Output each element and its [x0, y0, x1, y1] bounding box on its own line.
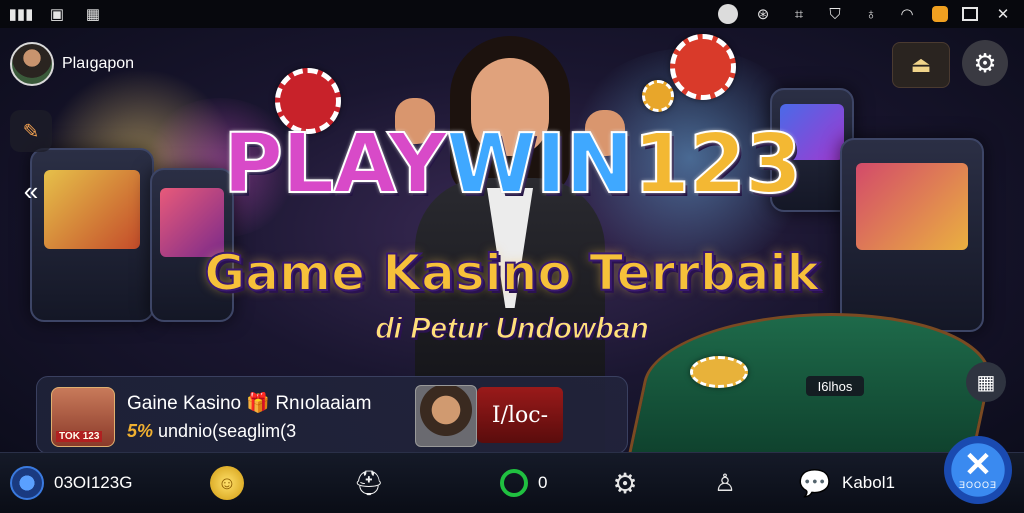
- promo-title-extra: Rnıolaaiam: [275, 393, 372, 414]
- close-icon[interactable]: ✕: [992, 4, 1014, 24]
- battery-icon: [932, 6, 948, 22]
- edit-banner-button[interactable]: ⏏: [892, 42, 950, 88]
- gift-icon: 🎁: [246, 393, 271, 414]
- coin-icon[interactable]: ☺: [210, 466, 244, 500]
- promo-player-thumbnail[interactable]: [415, 385, 477, 447]
- casino-chip: [642, 80, 674, 112]
- user-item[interactable]: ♙: [708, 453, 742, 513]
- balance-item[interactable]: 03OI123G: [10, 453, 132, 513]
- settings-button[interactable]: ⚙: [962, 40, 1008, 86]
- collapse-chevrons-icon[interactable]: «: [10, 170, 52, 212]
- hero-title: PLAYWIN123: [0, 123, 1024, 207]
- record-dot-icon: [718, 4, 738, 24]
- chat-label: Kabol1: [842, 473, 895, 492]
- pencil-icon[interactable]: ✎: [10, 110, 52, 152]
- user-icon[interactable]: ♙: [708, 466, 742, 500]
- window-icon[interactable]: [962, 7, 978, 21]
- grid-icon: ▦: [976, 371, 996, 394]
- edit-icon: ⏏: [910, 52, 932, 77]
- menu-grid-button[interactable]: ▦: [966, 362, 1006, 402]
- coin-item[interactable]: ☺: [210, 453, 244, 513]
- chat-icon[interactable]: 💬: [798, 466, 832, 500]
- promo-cta-button[interactable]: I/loc-: [477, 387, 563, 443]
- promo-title-text: Gaine Kasino: [127, 393, 242, 414]
- profile[interactable]: Plaıgapon: [10, 42, 134, 86]
- calendar-icon: ▦: [85, 6, 101, 23]
- message-icon: ▣: [49, 6, 65, 23]
- ring-item[interactable]: 0: [500, 453, 547, 513]
- username: Plaıgapon: [62, 55, 135, 72]
- settings-circle-icon: ⊛: [756, 6, 770, 23]
- promo-title: Gaine Kasino 🎁 Rnıolaaiam: [127, 391, 371, 415]
- hero-title-part2: WIN: [445, 117, 635, 212]
- promo-sub-text: undnio(seaglim(3: [158, 421, 297, 441]
- promo-percent: 5%: [127, 421, 154, 441]
- promo-card[interactable]: TOK 123 Gaine Kasino 🎁 Rnıolaaiam 5% und…: [36, 376, 628, 454]
- cap-icon[interactable]: ⛑: [352, 466, 386, 500]
- hero-title-part3: 123: [632, 117, 803, 212]
- bottom-bar: 03OI123G ☺ ⛑ 0 ⚙ ♙ 💬 Kabol1: [0, 452, 1024, 513]
- close-icon: ✕: [963, 446, 993, 484]
- ring-icon[interactable]: [500, 469, 528, 497]
- wifi-icon: ◠: [900, 6, 914, 23]
- gear-icon: ⚙: [973, 47, 997, 78]
- status-bar-left: ▮▮▮ ▣ ▦: [8, 4, 104, 24]
- home-icon[interactable]: [10, 466, 44, 500]
- promo-thumb-tag: TOK 123: [56, 431, 103, 442]
- hero-title-part1: PLAY: [222, 117, 448, 212]
- promo-thumbnail[interactable]: TOK 123: [51, 387, 115, 447]
- balance-text: 03OI123G: [54, 473, 133, 492]
- chat-item[interactable]: 💬 Kabol1: [798, 453, 895, 513]
- shield-icon: ⛉: [829, 5, 841, 23]
- hero-tagline: di Petur Undowban: [375, 312, 649, 346]
- avatar[interactable]: [10, 42, 54, 86]
- close-button[interactable]: ✕ ƎOOOƎ: [944, 436, 1012, 504]
- status-bar: ▮▮▮ ▣ ▦ ⊛ ⌗ ⛉ ♁ ◠ ✕: [0, 0, 1024, 28]
- status-bar-right: ⊛ ⌗ ⛉ ♁ ◠ ✕: [718, 4, 1014, 24]
- hero-subtitle: Game Kasino Terrbaik: [203, 244, 821, 302]
- signal-bars-icon: ▮▮▮: [8, 6, 34, 23]
- ring-count: 0: [538, 473, 548, 492]
- gear-icon[interactable]: ⚙: [608, 466, 642, 500]
- close-button-label: ƎOOOƎ: [958, 480, 997, 490]
- mic-icon: ♁: [865, 5, 877, 23]
- scan-icon: ⌗: [794, 5, 804, 23]
- casino-chip: [690, 356, 748, 388]
- promo-subtitle: 5% undnio(seaglim(3: [127, 421, 296, 442]
- cap-item[interactable]: ⛑: [352, 453, 386, 513]
- casino-chip: [670, 34, 736, 100]
- floating-tag: I6lhos: [806, 376, 864, 396]
- settings-item[interactable]: ⚙: [608, 453, 642, 513]
